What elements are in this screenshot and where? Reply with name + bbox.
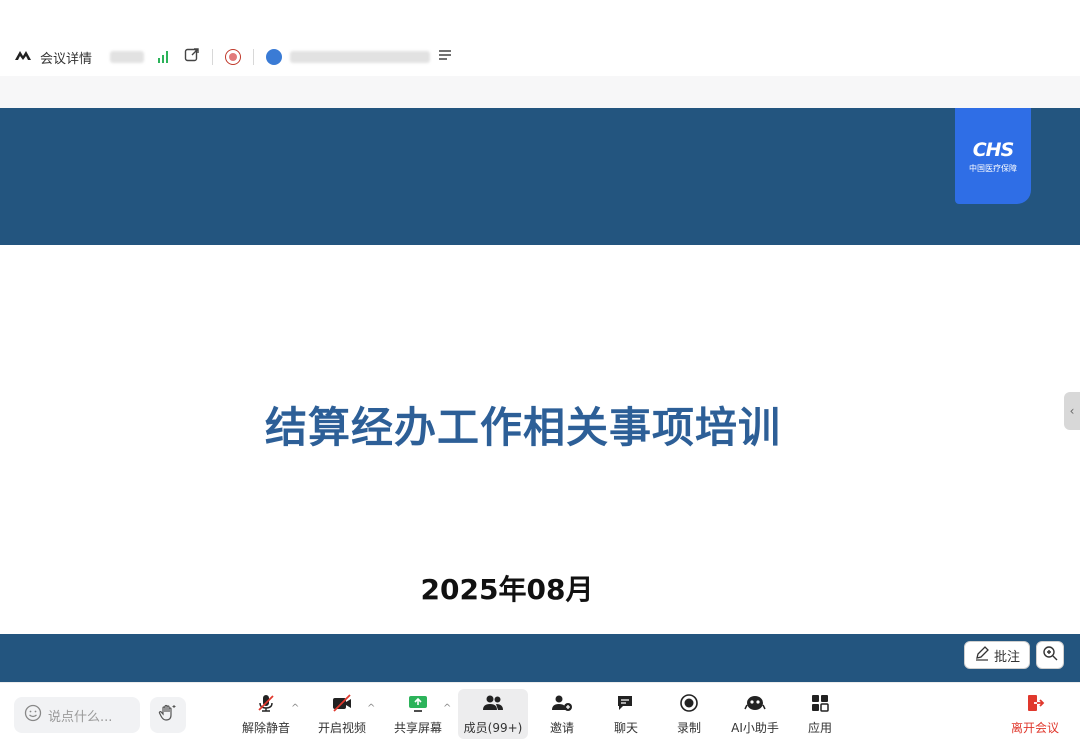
- emoji-icon[interactable]: [24, 704, 42, 726]
- apps-button[interactable]: 应用: [798, 689, 842, 739]
- collapse-sidebar-button[interactable]: ‹: [1064, 392, 1080, 430]
- network-signal-icon[interactable]: [158, 51, 169, 63]
- presentation-slide: CHS 中国医疗保障 结算经办工作相关事项培训 2025年08月: [0, 108, 1080, 682]
- slide-header-band: [0, 108, 1080, 245]
- zoom-in-icon: [1042, 645, 1058, 665]
- record-label: 录制: [676, 720, 701, 735]
- record-icon: [679, 693, 699, 716]
- divider: [253, 49, 255, 65]
- ai-assistant-icon: [744, 693, 766, 716]
- share-options-chevron-icon[interactable]: ^: [443, 703, 451, 714]
- share-screen-label: 共享屏幕: [393, 720, 442, 735]
- chat-button[interactable]: 聊天: [604, 689, 648, 739]
- apps-grid-icon: [810, 693, 830, 716]
- meeting-details-label: 会议详情: [40, 51, 93, 67]
- start-video-button[interactable]: 开启视频: [314, 689, 370, 739]
- apps-label: 应用: [807, 720, 832, 735]
- raise-hand-button[interactable]: [150, 697, 186, 733]
- external-link-icon[interactable]: [184, 47, 200, 67]
- leave-meeting-label: 离开会议: [1010, 720, 1059, 735]
- leave-meeting-button[interactable]: 离开会议: [1004, 689, 1066, 739]
- slide-title: 结算经办工作相关事项培训: [264, 403, 781, 452]
- app-logo-icon: [14, 49, 36, 65]
- ai-assistant-button[interactable]: AI小助手: [726, 689, 784, 739]
- annotate-label: 批注: [993, 649, 1020, 665]
- chat-bubble-icon: [615, 693, 637, 716]
- chevron-left-icon: ‹: [1069, 404, 1075, 418]
- annotate-button[interactable]: 批注: [964, 641, 1030, 669]
- microphone-muted-icon: [256, 693, 276, 716]
- quick-chat-input[interactable]: 说点什么...: [14, 697, 140, 733]
- members-button[interactable]: 成员(99+): [458, 689, 528, 739]
- ai-assistant-label: AI小助手: [731, 720, 779, 735]
- pen-icon: [974, 645, 990, 665]
- shared-screen-area: CHS 中国医疗保障 结算经办工作相关事项培训 2025年08月 ‹ 批注: [0, 76, 1080, 682]
- slide-date: 2025年08月: [420, 573, 594, 606]
- host-avatar[interactable]: [266, 49, 283, 65]
- video-options-chevron-icon[interactable]: ^: [367, 703, 375, 714]
- meeting-topic-redacted: [290, 51, 431, 63]
- chat-label: 聊天: [613, 720, 638, 735]
- add-user-icon: [551, 693, 573, 716]
- chs-logo: CHS 中国医疗保障: [955, 108, 1031, 204]
- invite-button[interactable]: 邀请: [540, 689, 584, 739]
- meeting-details-button[interactable]: 会议详情: [14, 48, 92, 67]
- members-icon: [481, 693, 505, 716]
- raise-hand-icon: [158, 703, 178, 727]
- camera-off-icon: [331, 693, 353, 716]
- zoom-in-button[interactable]: [1036, 641, 1064, 669]
- logo-mark: CHS: [972, 138, 1015, 161]
- audio-options-chevron-icon[interactable]: ^: [291, 703, 299, 714]
- record-button[interactable]: 录制: [667, 689, 711, 739]
- unmute-button[interactable]: 解除静音: [238, 689, 294, 739]
- chat-placeholder: 说点什么...: [48, 709, 113, 725]
- members-label: 成员(99+): [463, 720, 523, 735]
- share-screen-button[interactable]: 共享屏幕: [390, 689, 446, 739]
- divider: [212, 49, 214, 65]
- meeting-window: 会议详情 CHS 中国医疗保障 结算经办工作相关事项培训 2025年08月 ‹ …: [0, 0, 1080, 745]
- top-bar: 会议详情: [0, 38, 1080, 76]
- start-video-label: 开启视频: [317, 720, 366, 735]
- leave-door-icon: [1025, 693, 1045, 716]
- invite-label: 邀请: [549, 720, 574, 735]
- menu-list-icon[interactable]: [438, 49, 452, 65]
- meeting-toolbar: 说点什么... 解除静音 ^ 开启视频 ^ 共享屏幕 ^ 成员(99+) 邀请 …: [0, 682, 1080, 745]
- recording-indicator-icon[interactable]: [225, 49, 242, 65]
- share-screen-icon: [407, 693, 429, 716]
- unmute-label: 解除静音: [241, 720, 290, 735]
- slide-footer-band: [0, 634, 1080, 682]
- meeting-id-redacted: [110, 51, 145, 63]
- logo-subtitle: 中国医疗保障: [969, 163, 1017, 173]
